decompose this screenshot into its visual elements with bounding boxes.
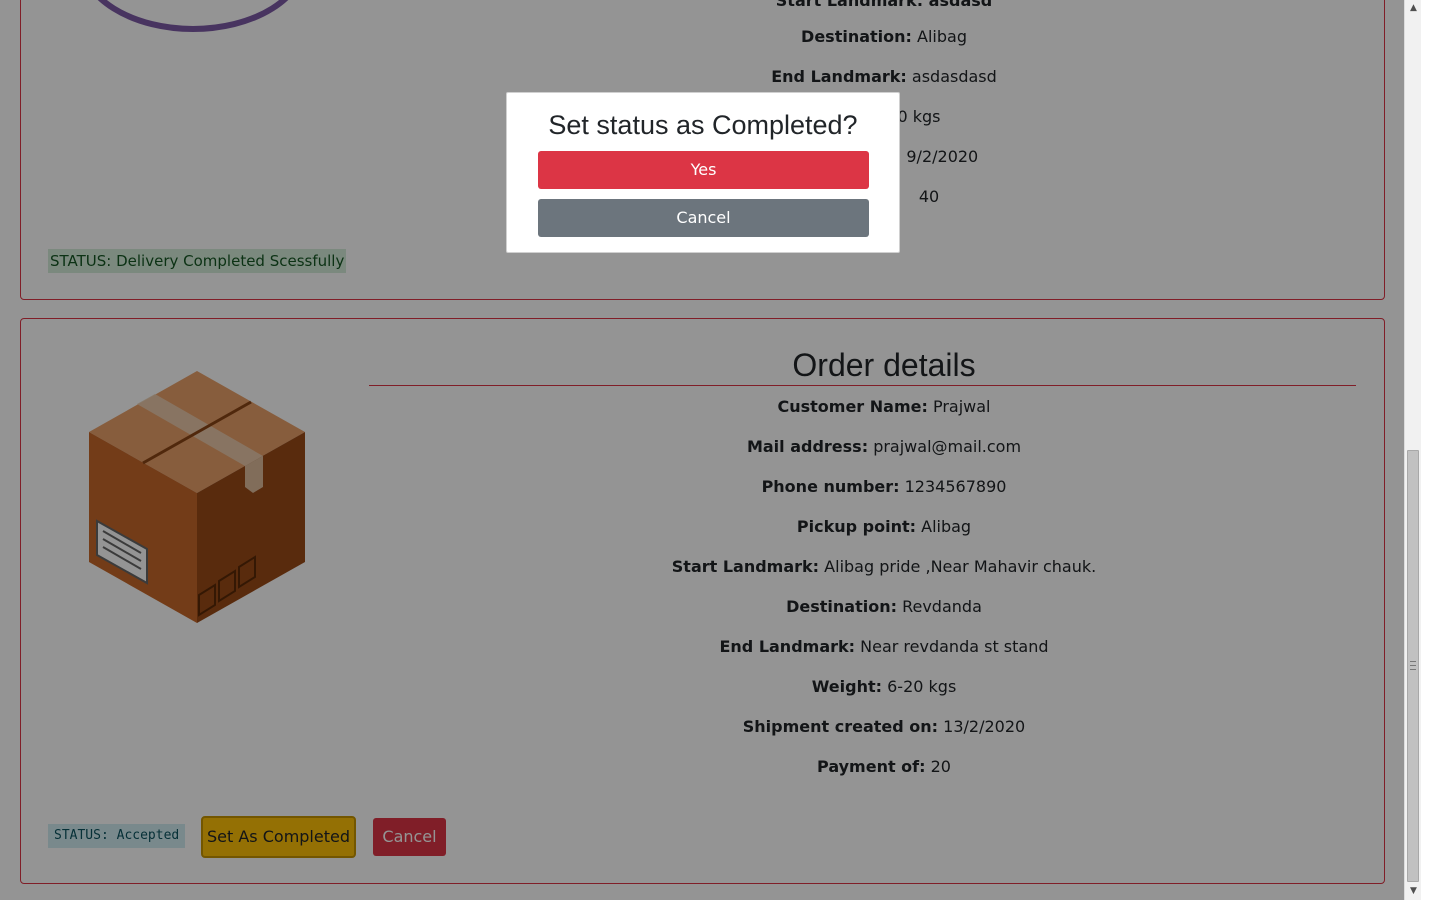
vertical-scrollbar[interactable]: ▲ ▼: [1404, 0, 1421, 900]
page: Start Landmark: asdasd Destination: Alib…: [0, 0, 1404, 900]
triangle-down-icon[interactable]: ▼: [1405, 883, 1422, 900]
confirm-dialog: Set status as Completed? Yes Cancel: [506, 92, 900, 253]
yes-button[interactable]: Yes: [538, 151, 869, 189]
dialog-cancel-button[interactable]: Cancel: [538, 199, 869, 237]
triangle-up-icon[interactable]: ▲: [1405, 0, 1422, 17]
dialog-title: Set status as Completed?: [548, 110, 858, 140]
grip-icon: [1410, 661, 1416, 670]
scroll-thumb[interactable]: [1407, 450, 1419, 882]
